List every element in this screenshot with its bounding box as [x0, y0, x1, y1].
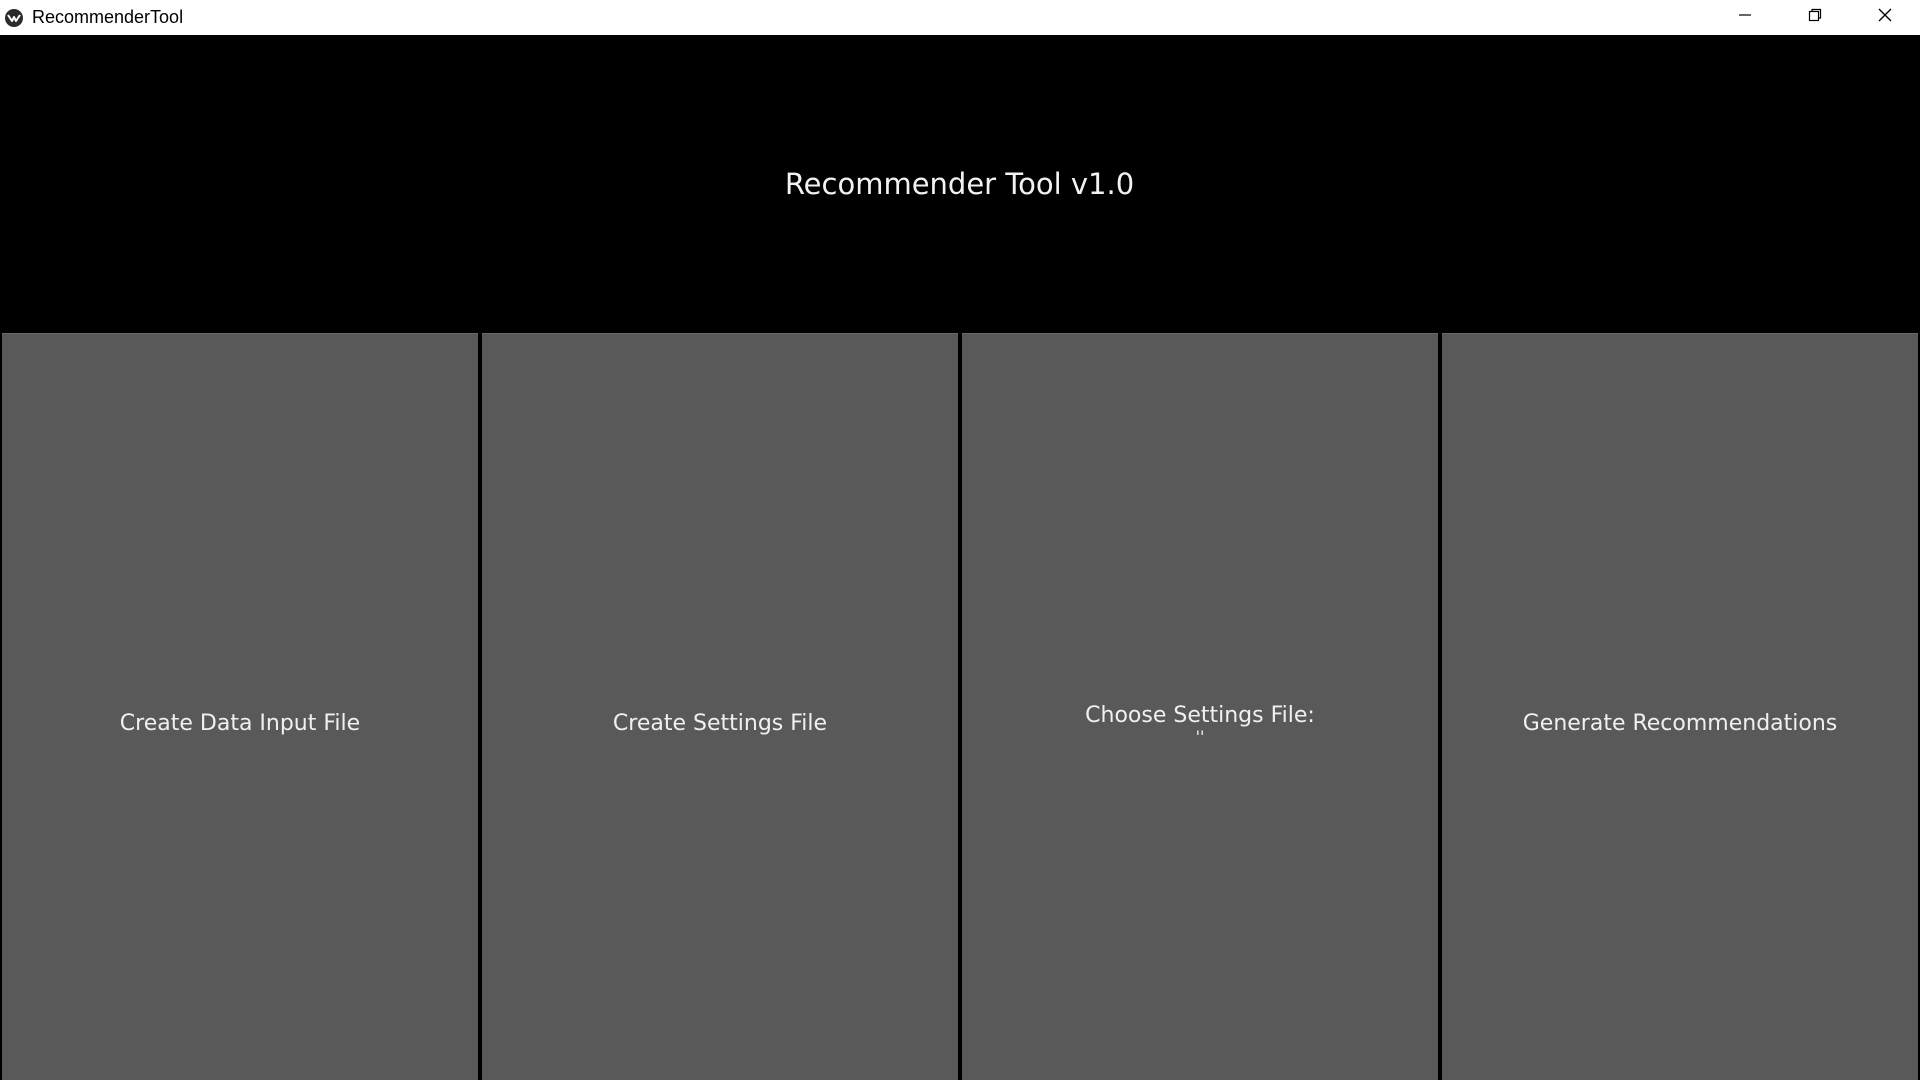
page-title: Recommender Tool v1.0 — [784, 167, 1135, 201]
window-title: RecommenderTool — [32, 7, 184, 27]
button-label: Create Data Input File — [119, 711, 361, 736]
app-window: RecommenderTool Recommender Tool v1.0 Cr… — [0, 0, 1920, 1080]
generate-recommendations-button[interactable]: Generate Recommendations — [1442, 333, 1918, 1080]
button-label: Generate Recommendations — [1522, 711, 1838, 736]
restore-icon — [1808, 8, 1822, 27]
action-buttons-row: Create Data Input File Create Settings F… — [0, 333, 1920, 1080]
minimize-button[interactable] — [1710, 0, 1780, 35]
create-data-input-file-button[interactable]: Create Data Input File — [2, 333, 478, 1080]
title-bar[interactable]: RecommenderTool — [0, 0, 1920, 35]
close-button[interactable] — [1850, 0, 1920, 35]
button-label: Choose Settings File: — [1085, 703, 1315, 728]
main-content: Recommender Tool v1.0 Create Data Input … — [0, 35, 1920, 1080]
button-label: Create Settings File — [612, 711, 828, 736]
selected-settings-file-value: '' — [1195, 727, 1205, 746]
window-controls — [1710, 0, 1920, 35]
minimize-icon — [1738, 8, 1752, 27]
header: Recommender Tool v1.0 — [0, 35, 1920, 333]
restore-button[interactable] — [1780, 0, 1850, 35]
close-icon — [1878, 8, 1892, 27]
choose-settings-file-button[interactable]: Choose Settings File: '' — [962, 333, 1438, 1080]
create-settings-file-button[interactable]: Create Settings File — [482, 333, 958, 1080]
app-icon — [4, 8, 24, 28]
